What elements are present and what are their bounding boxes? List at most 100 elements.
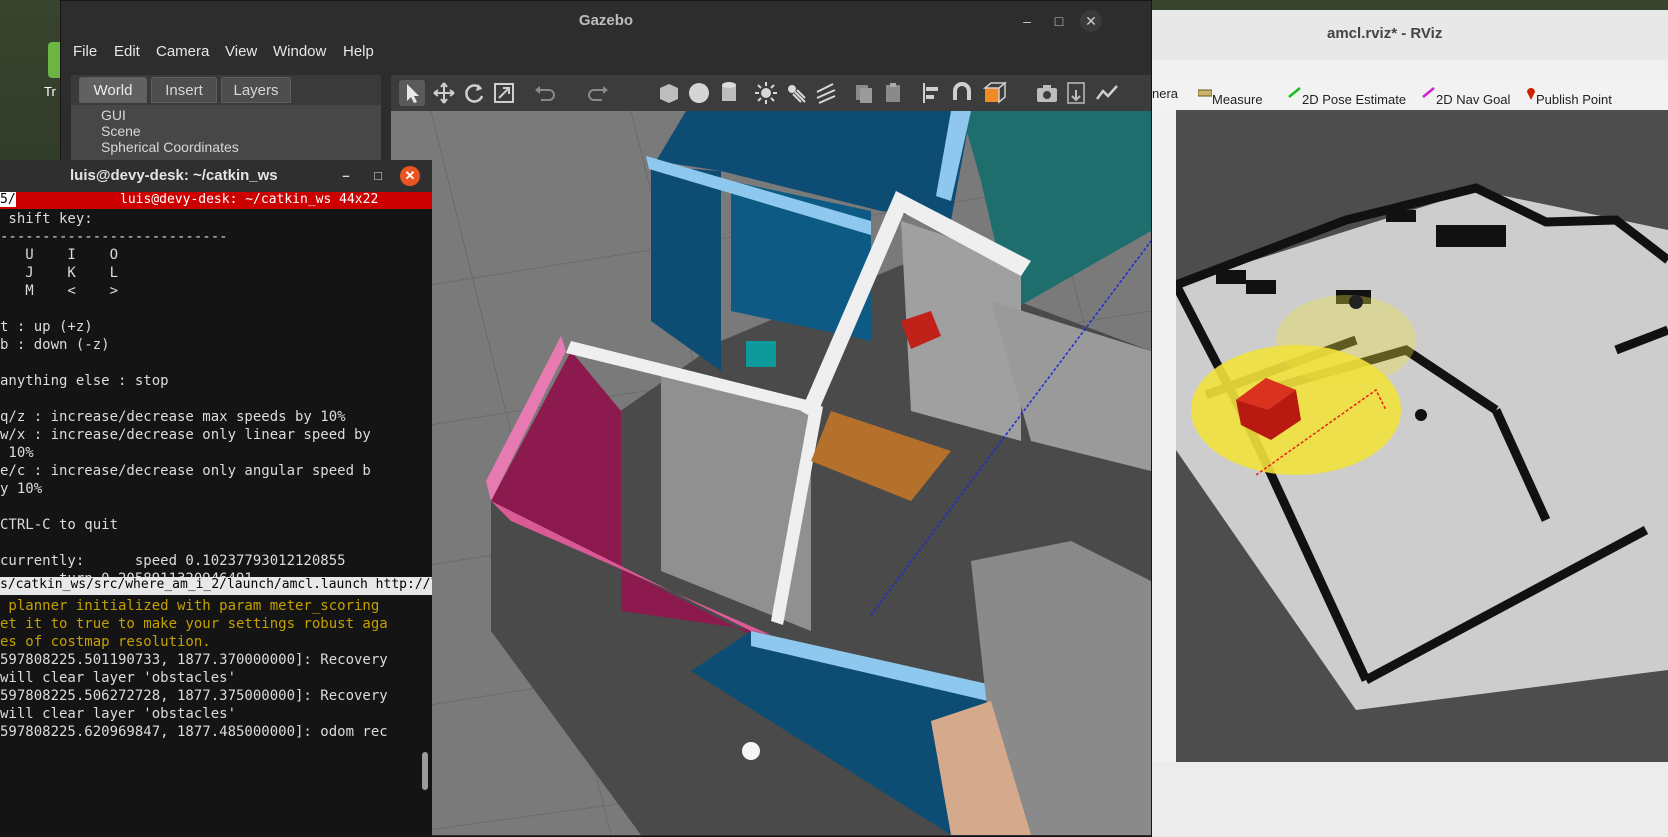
scale-icon[interactable] — [491, 80, 517, 106]
rviz-title: amcl.rviz* - RViz — [1327, 25, 1443, 42]
cylinder-icon[interactable] — [716, 80, 742, 106]
terminal-line: U I O — [0, 247, 119, 263]
terminal-titlebar[interactable]: luis@devy-desk: ~/catkin_ws – □ ✕ — [0, 160, 432, 192]
undo-icon[interactable] — [531, 80, 557, 106]
tool-measure[interactable]: Measure — [1197, 86, 1263, 107]
log-line: es of costmap resolution. — [0, 634, 211, 650]
terminal-line: w/x : increase/decrease only linear spee… — [0, 427, 371, 443]
terminal-line: y 10% — [0, 481, 43, 497]
tab-world[interactable]: World — [79, 77, 147, 103]
tool-measure-label: Measure — [1212, 92, 1263, 107]
menu-window[interactable]: Window — [273, 43, 326, 60]
terminal-line: e/c : increase/decrease only angular spe… — [0, 463, 371, 479]
menu-camera[interactable]: Camera — [156, 43, 209, 60]
launch-log-output: planner initialized with param meter_sco… — [0, 597, 388, 741]
log-scrollbar[interactable] — [422, 752, 428, 790]
point-light-icon[interactable] — [753, 80, 779, 106]
log-icon[interactable] — [1064, 80, 1090, 106]
tree-item-spherical-coordinates[interactable]: Spherical Coordinates — [101, 139, 239, 155]
tool-2d-pose-estimate[interactable]: 2D Pose Estimate — [1288, 86, 1406, 107]
maximize-button[interactable]: □ — [1048, 10, 1070, 32]
directional-light-icon[interactable] — [813, 80, 839, 106]
tree-item-scene[interactable]: Scene — [101, 123, 141, 139]
terminal-line: --------------------------- — [0, 229, 228, 245]
tool-publish-point[interactable]: Publish Point — [1526, 86, 1612, 107]
terminal-minimize-button[interactable]: – — [336, 166, 356, 186]
view-angle-icon[interactable] — [981, 80, 1008, 106]
terminal-line: shift key: — [0, 211, 93, 227]
sphere-icon[interactable] — [686, 80, 712, 106]
terminal-line: t : up (+z) — [0, 319, 93, 335]
rotate-icon[interactable] — [461, 80, 487, 106]
plot-icon[interactable] — [1094, 80, 1120, 106]
tab-insert[interactable]: Insert — [151, 77, 217, 103]
tool-publish-point-label: Publish Point — [1536, 92, 1612, 107]
menu-edit[interactable]: Edit — [114, 43, 140, 60]
render-viewport[interactable] — [391, 75, 1151, 835]
3d-scene[interactable] — [391, 111, 1151, 835]
terminal-line: b : down (-z) — [0, 337, 110, 353]
translate-icon[interactable] — [431, 80, 457, 106]
magenta-arrow-icon — [1422, 87, 1435, 98]
paste-icon[interactable] — [881, 80, 907, 106]
gazebo-title: Gazebo — [578, 12, 634, 29]
box-icon[interactable] — [656, 80, 682, 106]
tool-camera[interactable]: nera — [1152, 86, 1178, 101]
redo-icon[interactable] — [586, 80, 612, 106]
terminal-line: 10% — [0, 445, 34, 461]
pane-header-title: luis@devy-desk: ~/catkin_ws 44x22 — [120, 192, 379, 207]
tool-pose-label: 2D Pose Estimate — [1302, 92, 1407, 107]
rviz-titlebar[interactable]: amcl.rviz* - RViz — [1152, 10, 1668, 60]
menu-bar: File Edit Camera View Window Help — [61, 41, 1151, 65]
rviz-bottom-panel — [1152, 762, 1668, 837]
rviz-toolbar: nera Measure 2D Pose Estimate 2D Nav Goa… — [1152, 80, 1668, 110]
terminal-maximize-button[interactable]: □ — [368, 166, 388, 186]
tree-item-gui[interactable]: GUI — [101, 107, 126, 123]
log-line: will clear layer 'obstacles' — [0, 670, 237, 686]
viewport-toolbar — [391, 75, 1151, 111]
log-line: et it to true to make your settings robu… — [0, 616, 388, 632]
close-button[interactable]: ✕ — [1080, 10, 1102, 32]
rviz-window[interactable]: amcl.rviz* - RViz nera Measure 2D Pose E… — [1152, 10, 1668, 837]
log-line: planner initialized with param meter_sco… — [0, 598, 380, 614]
green-arrow-icon — [1288, 87, 1301, 98]
log-line: 597808225.501190733, 1877.370000000]: Re… — [0, 652, 388, 668]
terminal-line: J K L — [0, 265, 119, 281]
spot-light-icon[interactable] — [783, 80, 809, 106]
menu-view[interactable]: View — [225, 43, 257, 60]
terminal-window[interactable]: luis@devy-desk: ~/catkin_ws – □ ✕ 5/ lui… — [0, 160, 432, 837]
terminal-title: luis@devy-desk: ~/catkin_ws — [70, 167, 278, 184]
minimize-button[interactable]: – — [1016, 10, 1038, 32]
terminal-close-button[interactable]: ✕ — [400, 166, 420, 186]
terminal-line: currently: speed 0.10237793012120855 — [0, 553, 346, 569]
screenshot-icon[interactable] — [1034, 80, 1060, 106]
terminal-line: CTRL-C to quit — [0, 517, 119, 533]
log-line: 597808225.620969847, 1877.485000000]: od… — [0, 724, 388, 740]
menu-file[interactable]: File — [73, 43, 97, 60]
tool-2d-nav-goal[interactable]: 2D Nav Goal — [1422, 86, 1510, 107]
pane-header-prefix: 5/ — [0, 192, 16, 207]
ruler-icon — [1197, 89, 1213, 97]
tab-layers[interactable]: Layers — [221, 77, 291, 103]
log-line: will clear layer 'obstacles' — [0, 706, 237, 722]
amcl-map-view[interactable] — [1176, 110, 1668, 762]
align-icon[interactable] — [919, 80, 945, 106]
terminal-line: q/z : increase/decrease max speeds by 10… — [0, 409, 346, 425]
gazebo-titlebar[interactable]: Gazebo – □ ✕ — [61, 1, 1151, 41]
menu-help[interactable]: Help — [343, 43, 374, 60]
rviz-3d-view[interactable] — [1176, 110, 1668, 762]
log-line: 597808225.506272728, 1877.375000000]: Re… — [0, 688, 388, 704]
terminal-line: M < > — [0, 283, 119, 299]
snap-icon[interactable] — [949, 80, 975, 106]
terminal-line: anything else : stop — [0, 373, 169, 389]
launch-log-pane[interactable]: s/catkin_ws/src/where_am_i_2/launch/amcl… — [0, 577, 432, 792]
select-icon[interactable] — [399, 80, 425, 106]
map-pin-icon — [1527, 88, 1535, 100]
tool-nav-goal-label: 2D Nav Goal — [1436, 92, 1511, 107]
copy-icon[interactable] — [851, 80, 877, 106]
